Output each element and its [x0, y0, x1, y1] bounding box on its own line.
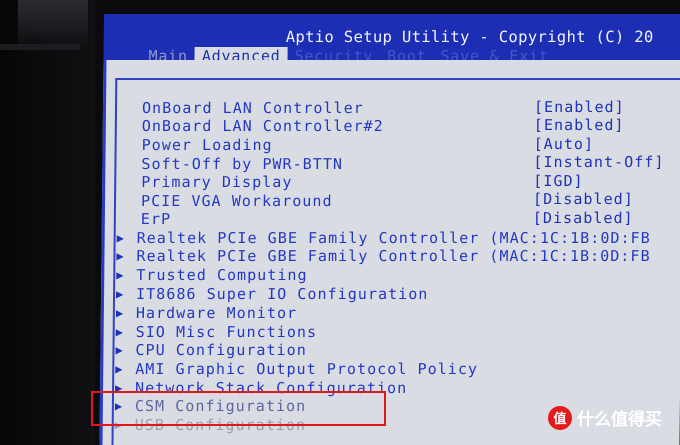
- monitor-bezel-left: [0, 0, 95, 445]
- setting-label: ErP: [140, 210, 172, 228]
- submenu-arrow-icon: ▶: [115, 325, 125, 339]
- submenu-it8686[interactable]: ▶ IT8686 Super IO Configuration: [116, 285, 429, 303]
- setting-label: Soft-Off by PWR-BTTN: [141, 155, 344, 173]
- pc-case-edge: [0, 44, 80, 50]
- bios-title: Aptio Setup Utility - Copyright (C) 20: [285, 28, 654, 46]
- submenu-label: SIO Misc Functions: [135, 323, 318, 341]
- setting-onboard-lan-2[interactable]: OnBoard LAN Controller#2: [142, 117, 384, 135]
- setting-onboard-lan[interactable]: OnBoard LAN Controller: [142, 99, 364, 117]
- submenu-label: AMI Graphic Output Protocol Policy: [135, 360, 479, 378]
- submenu-sio-misc[interactable]: ▶ SIO Misc Functions: [116, 323, 318, 341]
- monitor-glare: [18, 0, 88, 48]
- setting-label: Primary Display: [141, 173, 293, 191]
- setting-label: OnBoard LAN Controller: [141, 99, 364, 117]
- submenu-cpu-configuration[interactable]: ▶ CPU Configuration: [115, 341, 307, 359]
- submenu-trusted-computing[interactable]: ▶ Trusted Computing: [116, 266, 308, 284]
- submenu-arrow-icon: ▶: [115, 287, 125, 301]
- setting-value-erp[interactable]: [Disabled]: [533, 209, 634, 227]
- submenu-ami-gop[interactable]: ▶ AMI Graphic Output Protocol Policy: [115, 360, 478, 378]
- setting-value-soft-off[interactable]: [Instant-Off]: [533, 153, 664, 171]
- submenu-arrow-icon: ▶: [116, 249, 125, 263]
- setting-label: OnBoard LAN Controller#2: [141, 117, 384, 135]
- red-highlight-box: [91, 391, 386, 426]
- submenu-label: Trusted Computing: [136, 266, 308, 284]
- submenu-label: IT8686 Super IO Configuration: [135, 285, 429, 303]
- submenu-arrow-icon: ▶: [116, 268, 125, 282]
- submenu-realtek-2[interactable]: ▶ Realtek PCIe GBE Family Controller (MA…: [116, 247, 650, 265]
- site-watermark: 值 什么值得买: [548, 405, 662, 430]
- submenu-arrow-icon: ▶: [115, 362, 124, 376]
- setting-label: PCIE VGA Workaround: [140, 192, 333, 210]
- setting-primary-display[interactable]: Primary Display: [141, 173, 292, 191]
- submenu-hardware-monitor[interactable]: ▶ Hardware Monitor: [116, 304, 297, 322]
- bios-screen: Aptio Setup Utility - Copyright (C) 20 M…: [99, 14, 680, 445]
- setting-label: Power Loading: [141, 136, 273, 154]
- submenu-realtek-1[interactable]: ▶ Realtek PCIe GBE Family Controller (MA…: [117, 229, 651, 247]
- setting-value-pcie-vga[interactable]: [Disabled]: [533, 190, 634, 208]
- watermark-text: 什么值得买: [577, 410, 662, 430]
- submenu-label: Realtek PCIe GBE Family Controller (MAC:…: [136, 247, 651, 265]
- setting-pcie-vga[interactable]: PCIE VGA Workaround: [141, 192, 333, 210]
- setting-soft-off[interactable]: Soft-Off by PWR-BTTN: [141, 155, 343, 173]
- bios-advanced-panel: OnBoard LAN Controller [Enabled] OnBoard…: [99, 60, 680, 445]
- watermark-logo-icon: 值: [548, 405, 572, 430]
- submenu-arrow-icon: ▶: [115, 306, 125, 320]
- submenu-arrow-icon: ▶: [116, 231, 126, 245]
- submenu-label: CPU Configuration: [135, 341, 307, 359]
- setting-value-onboard-lan[interactable]: [Enabled]: [534, 98, 625, 116]
- setting-power-loading[interactable]: Power Loading: [142, 136, 273, 154]
- submenu-label: Hardware Monitor: [135, 304, 298, 322]
- setting-value-power-loading[interactable]: [Auto]: [534, 135, 595, 153]
- setting-value-primary-display[interactable]: [IGD]: [533, 172, 584, 190]
- submenu-arrow-icon: ▶: [115, 343, 124, 357]
- setting-erp[interactable]: ErP: [141, 210, 171, 228]
- setting-value-onboard-lan-2[interactable]: [Enabled]: [534, 116, 625, 134]
- submenu-label: Realtek PCIe GBE Family Controller (MAC:…: [136, 229, 651, 247]
- bios-header: Aptio Setup Utility - Copyright (C) 20 M…: [103, 14, 680, 67]
